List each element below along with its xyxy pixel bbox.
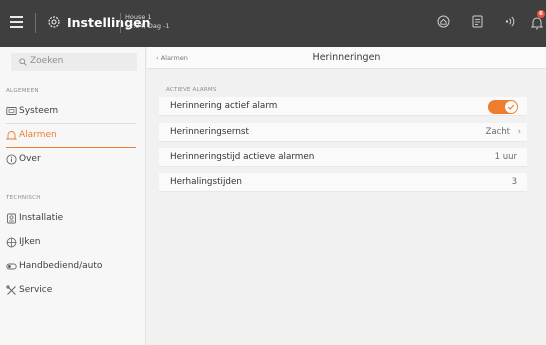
sidebar-item-over[interactable]: Over xyxy=(0,148,145,172)
divider xyxy=(120,13,121,33)
sidebar-item-label: Systeem xyxy=(19,106,59,116)
target-icon xyxy=(6,237,17,248)
search-placeholder: Zoeken xyxy=(30,56,64,66)
setting-row-reminder-time[interactable]: Herinneringstijd actieve alarmen 1 uur xyxy=(159,148,527,167)
setting-value: 3 xyxy=(511,177,517,187)
tools-icon xyxy=(6,285,16,295)
search-input[interactable]: Zoeken xyxy=(11,53,137,71)
sub-header: ‹ Alarmen Herinneringen xyxy=(147,47,546,69)
sidebar-item-service[interactable]: Service xyxy=(0,279,145,303)
gear-icon xyxy=(48,16,60,28)
document-icon[interactable] xyxy=(472,15,483,28)
sidebar-item-label: Installatie xyxy=(19,213,64,223)
sidebar-item-label: IJken xyxy=(19,237,41,247)
monitor-icon xyxy=(6,107,17,115)
group-label: ACTIEVE ALARMS xyxy=(166,87,217,93)
context-info: House 1 12:34, Dag -1 xyxy=(125,13,170,31)
setting-label: Herinneringstijd actieve alarmen xyxy=(170,152,315,162)
section-label-general: ALGEMEEN xyxy=(6,88,39,94)
sidebar: Zoeken ALGEMEEN Systeem Alarmen Over TEC… xyxy=(0,47,146,345)
setting-value: Zacht xyxy=(485,127,510,137)
setting-row-severity[interactable]: Herinneringsernst Zacht › xyxy=(159,123,527,142)
sidebar-item-label: Over xyxy=(19,154,41,164)
setting-label: Herinneringsernst xyxy=(170,127,249,137)
setting-label: Herinnering actief alarm xyxy=(170,101,278,111)
info-icon xyxy=(6,154,17,165)
sidebar-item-handbediend-auto[interactable]: Handbediend/auto xyxy=(0,255,145,279)
signal-icon[interactable] xyxy=(503,15,517,28)
toggle-knob xyxy=(505,101,517,113)
bell-icon[interactable] xyxy=(531,16,543,30)
main-content: ‹ Alarmen Herinneringen ACTIEVE ALARMS H… xyxy=(147,47,546,345)
check-icon xyxy=(507,104,515,110)
context-location: House 1 xyxy=(125,13,152,21)
reminder-toggle[interactable] xyxy=(488,100,518,114)
setting-label: Herhalingstijden xyxy=(170,177,242,187)
notification-badge: 6 xyxy=(537,10,545,18)
sidebar-item-label: Service xyxy=(19,285,53,295)
setting-value: 1 uur xyxy=(494,152,517,162)
context-time: 12:34, Dag -1 xyxy=(125,22,170,30)
sidebar-item-label: Handbediend/auto xyxy=(19,261,103,271)
home-icon[interactable] xyxy=(437,15,450,28)
search-icon xyxy=(19,58,27,66)
sidebar-item-alarmen[interactable]: Alarmen xyxy=(0,124,145,148)
section-label-technical: TECHNISCH xyxy=(6,195,41,201)
installation-icon xyxy=(7,213,16,224)
top-bar: Instellingen House 1 12:34, Dag -1 6 xyxy=(0,0,546,47)
sidebar-item-label: Alarmen xyxy=(19,130,57,140)
alarm-bell-icon xyxy=(6,131,17,140)
sidebar-item-systeem[interactable]: Systeem xyxy=(0,100,145,124)
page-title: Herinneringen xyxy=(312,52,381,63)
divider xyxy=(35,13,36,33)
chevron-right-icon: › xyxy=(517,127,521,137)
setting-row-repeat-times[interactable]: Herhalingstijden 3 xyxy=(159,173,527,192)
sidebar-item-installatie[interactable]: Installatie xyxy=(0,207,145,231)
toggle-icon xyxy=(6,263,17,270)
setting-row-active-alarm-reminder[interactable]: Herinnering actief alarm xyxy=(159,97,527,116)
sidebar-item-ijken[interactable]: IJken xyxy=(0,231,145,255)
menu-icon[interactable] xyxy=(10,16,23,28)
